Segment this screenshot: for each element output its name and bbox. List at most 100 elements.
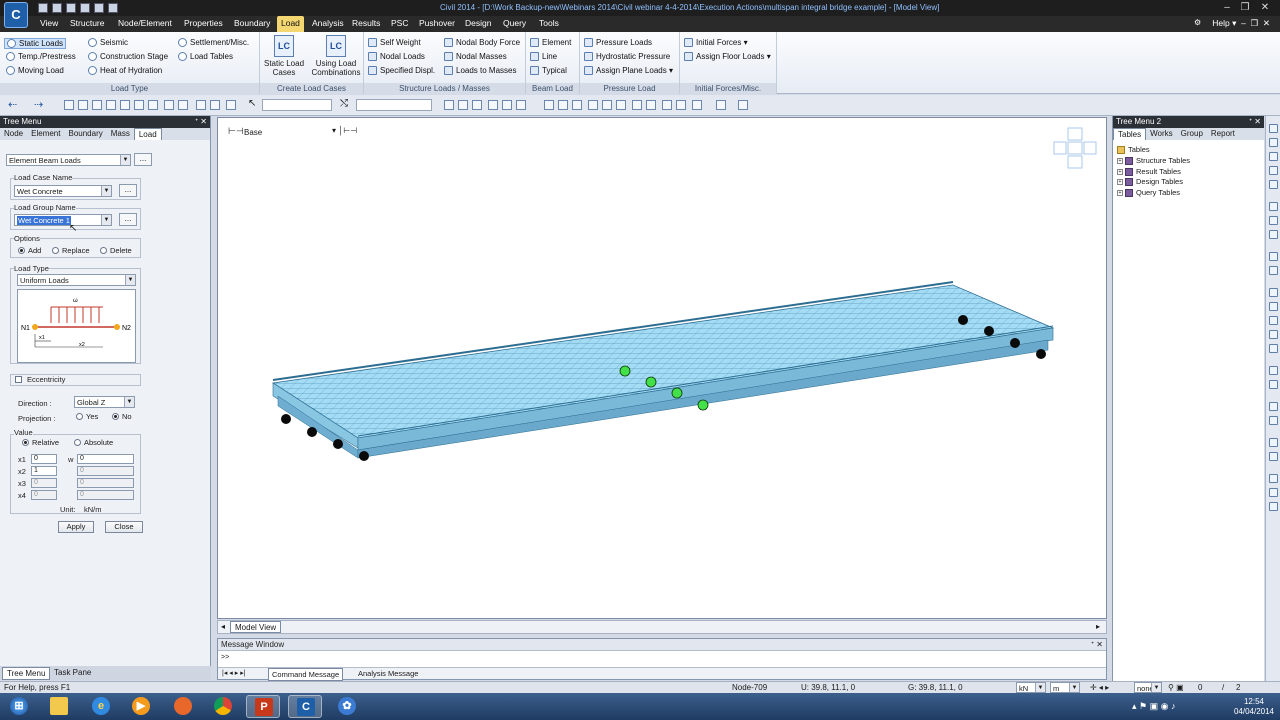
restore-icon[interactable]: ❐ bbox=[1238, 2, 1252, 14]
mesh-icon[interactable] bbox=[558, 100, 568, 110]
typical-beam-load-button[interactable]: Typical bbox=[530, 66, 567, 75]
display-icon[interactable] bbox=[444, 100, 454, 110]
app-logo-icon[interactable]: C bbox=[4, 2, 28, 28]
icon-tool-24[interactable] bbox=[1269, 502, 1278, 511]
print-preview-icon[interactable] bbox=[108, 3, 118, 13]
line-beam-load-button[interactable]: Line bbox=[530, 52, 557, 61]
icon-tool-2[interactable] bbox=[1269, 138, 1278, 147]
explorer-taskbar-button[interactable] bbox=[42, 695, 76, 718]
shrink-icon[interactable] bbox=[472, 100, 482, 110]
seismic-button[interactable]: Seismic bbox=[88, 38, 128, 47]
gear-icon[interactable]: ⚙ bbox=[1194, 18, 1201, 27]
tray-icons[interactable]: ▴ ⚑ ▣ ◉ ♪ bbox=[1132, 701, 1175, 712]
top-view-icon[interactable] bbox=[178, 100, 188, 110]
moving-load-button[interactable]: Moving Load bbox=[6, 66, 64, 75]
zoom-fit-icon[interactable] bbox=[64, 100, 74, 110]
message-prompt[interactable]: >> bbox=[221, 654, 229, 661]
lock-icon[interactable] bbox=[662, 100, 672, 110]
save-icon[interactable] bbox=[66, 3, 76, 13]
icon-tool-17[interactable] bbox=[1269, 380, 1278, 389]
unlock-icon[interactable] bbox=[676, 100, 686, 110]
icon-tool-12[interactable] bbox=[1269, 302, 1278, 311]
open-file-icon[interactable] bbox=[52, 3, 62, 13]
specified-displ-button[interactable]: Specified Displ. bbox=[368, 66, 435, 75]
static-load-cases-button[interactable]: LC Static Load Cases bbox=[260, 35, 308, 77]
initial-forces-button[interactable]: Initial Forces ▾ bbox=[684, 38, 748, 47]
tree-node-structure-tables[interactable]: + Structure Tables bbox=[1117, 156, 1190, 165]
perspective-icon[interactable] bbox=[502, 100, 512, 110]
load-case-select[interactable]: Wet Concrete ▼ bbox=[14, 185, 112, 197]
x1-input[interactable]: 0 bbox=[31, 454, 57, 464]
tab-task-pane[interactable]: Task Pane bbox=[50, 667, 95, 678]
projection-yes-radio[interactable]: Yes bbox=[76, 412, 98, 421]
node-number-icon[interactable] bbox=[632, 100, 642, 110]
menu-properties[interactable]: Properties bbox=[184, 18, 223, 28]
tree-node-design-tables[interactable]: + Design Tables bbox=[1117, 177, 1183, 186]
assign-floor-loads-button[interactable]: Assign Floor Loads ▾ bbox=[684, 52, 771, 61]
firefox-taskbar-button[interactable] bbox=[166, 695, 200, 718]
tab-node[interactable]: Node bbox=[0, 128, 27, 140]
menu-node-element[interactable]: Node/Element bbox=[118, 18, 172, 28]
w1-input[interactable]: 0 bbox=[77, 454, 134, 464]
icon-tool-21[interactable] bbox=[1269, 452, 1278, 461]
page-total[interactable]: 2 bbox=[1236, 683, 1240, 692]
tab-load[interactable]: Load bbox=[133, 128, 162, 140]
element-number-icon[interactable] bbox=[646, 100, 656, 110]
element-beam-load-button[interactable]: Element bbox=[530, 38, 571, 47]
function-select[interactable]: Element Beam Loads ▼ bbox=[6, 154, 131, 166]
tab-report[interactable]: Report bbox=[1207, 128, 1239, 140]
temp-prestress-button[interactable]: Temp./Prestress bbox=[6, 52, 76, 61]
menu-tools[interactable]: Tools bbox=[539, 18, 559, 28]
menu-query[interactable]: Query bbox=[503, 18, 526, 28]
taskbar-clock[interactable]: 12:54 04/04/2014 bbox=[1234, 697, 1274, 717]
icon-tool-7[interactable] bbox=[1269, 216, 1278, 225]
unselect-icon[interactable] bbox=[226, 100, 236, 110]
select-node-icon[interactable] bbox=[196, 100, 206, 110]
value-absolute-radio[interactable]: Absolute bbox=[74, 438, 113, 447]
table-icon[interactable] bbox=[738, 100, 748, 110]
model-view-canvas[interactable]: ⊢⊣ Base ▾ │⊢⊣ bbox=[217, 117, 1107, 619]
value-relative-radio[interactable]: Relative bbox=[22, 438, 59, 447]
construction-stage-button[interactable]: Construction Stage bbox=[88, 52, 168, 61]
icon-tool-16[interactable] bbox=[1269, 366, 1278, 375]
redo-icon[interactable]: ⇢ bbox=[34, 98, 43, 111]
activation-icon[interactable]: ⤭ bbox=[340, 98, 348, 109]
menu-structure[interactable]: Structure bbox=[70, 18, 105, 28]
heat-of-hydration-button[interactable]: Heat of Hydration bbox=[88, 66, 162, 75]
tab-group[interactable]: Group bbox=[1177, 128, 1207, 140]
icon-tool-15[interactable] bbox=[1269, 344, 1278, 353]
menu-pushover[interactable]: Pushover bbox=[419, 18, 455, 28]
icon-tool-8[interactable] bbox=[1269, 230, 1278, 239]
pressure-loads-button[interactable]: Pressure Loads bbox=[584, 38, 652, 47]
load-combinations-button[interactable]: LC Using Load Combinations bbox=[310, 35, 362, 77]
menu-results[interactable]: Results bbox=[352, 18, 380, 28]
option-replace-radio[interactable]: Replace bbox=[52, 246, 90, 255]
scroll-right-icon[interactable]: ▸ bbox=[1096, 622, 1100, 631]
tree-node-result-tables[interactable]: + Result Tables bbox=[1117, 167, 1181, 176]
pin-close-icon[interactable]: ᐩ ✕ bbox=[1249, 117, 1261, 126]
x2-input[interactable]: 1 bbox=[31, 466, 57, 476]
tab-mass[interactable]: Mass bbox=[107, 128, 134, 140]
civil-taskbar-button[interactable]: C bbox=[288, 695, 322, 718]
function-more-button[interactable]: ... bbox=[134, 153, 152, 166]
apply-button[interactable]: Apply bbox=[58, 521, 94, 533]
scroll-left-icon[interactable]: ◂ bbox=[221, 622, 225, 631]
none-select[interactable]: none ▼ bbox=[1134, 682, 1162, 693]
zoom-out-icon[interactable] bbox=[106, 100, 116, 110]
tab-boundary[interactable]: Boundary bbox=[64, 128, 106, 140]
length-unit-select[interactable]: m ▼ bbox=[1050, 682, 1080, 693]
view-side-icon[interactable] bbox=[602, 100, 612, 110]
icon-tool-14[interactable] bbox=[1269, 330, 1278, 339]
icon-tool-20[interactable] bbox=[1269, 438, 1278, 447]
sort-icon[interactable] bbox=[716, 100, 726, 110]
icon-tool-22[interactable] bbox=[1269, 474, 1278, 483]
menu-load[interactable]: Load bbox=[277, 16, 304, 32]
icon-tool-13[interactable] bbox=[1269, 316, 1278, 325]
icon-tool-18[interactable] bbox=[1269, 402, 1278, 411]
hidden-icon[interactable] bbox=[458, 100, 468, 110]
media-player-taskbar-button[interactable]: ▶ bbox=[124, 695, 158, 718]
zoom-out-icon[interactable] bbox=[1269, 166, 1278, 175]
help-menu[interactable]: Help ▾ – ❐ ✕ bbox=[1212, 18, 1270, 29]
select-element-icon[interactable] bbox=[210, 100, 220, 110]
settlement-misc-button[interactable]: Settlement/Misc. bbox=[178, 38, 249, 47]
